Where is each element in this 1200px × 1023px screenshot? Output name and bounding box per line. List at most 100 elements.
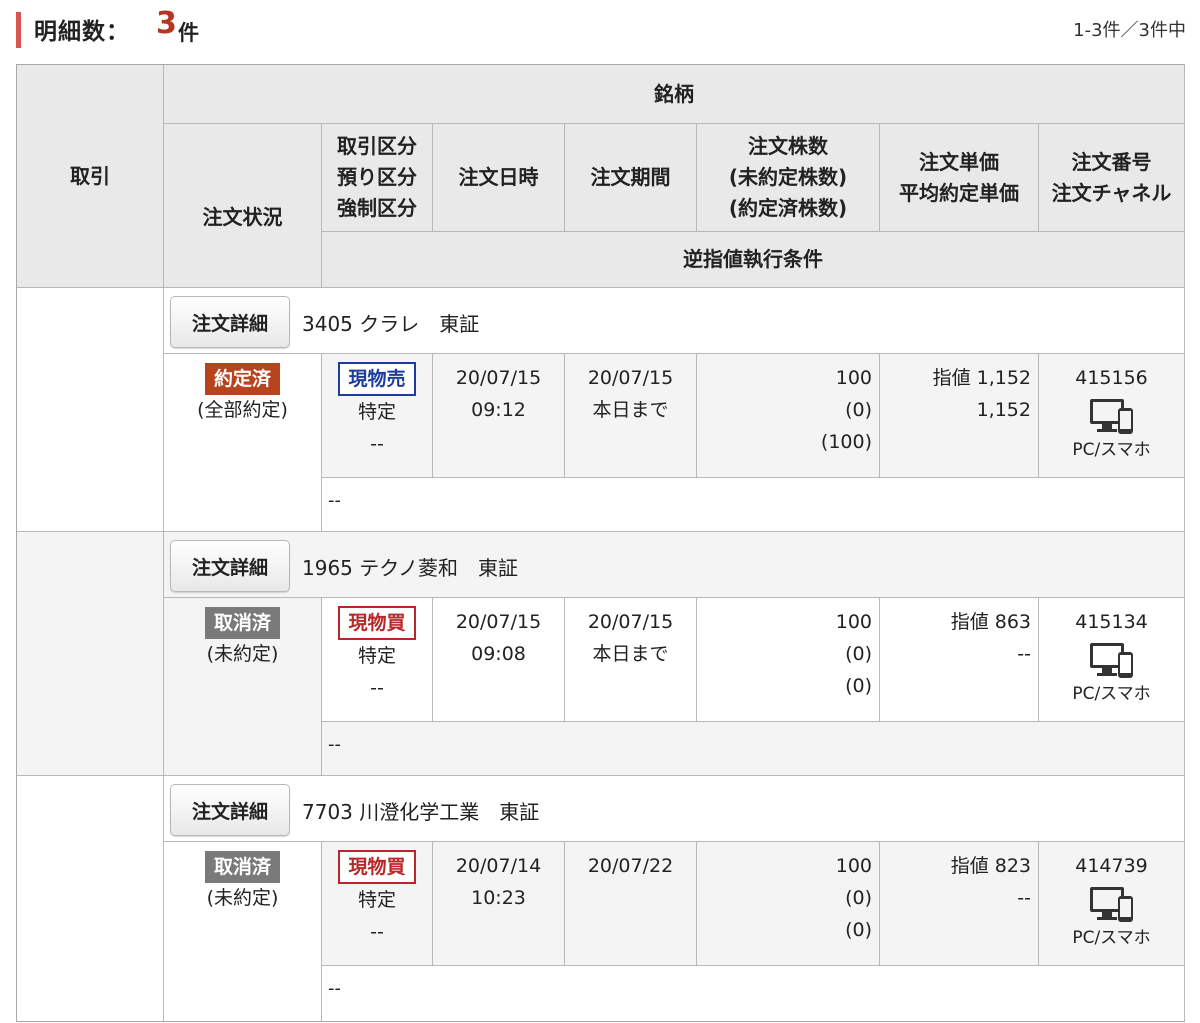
account-type: 特定 [357,401,396,423]
period-date: 20/07/15 [587,611,674,633]
col-header-order-period: 注文期間 [565,124,697,232]
order-detail-button[interactable]: 注文詳細 [170,296,290,348]
col-header-kubun-3: 強制区分 [337,196,417,220]
stop-condition-cell: -- [322,966,1185,1021]
kubun-cell: 現物売 特定 -- [322,354,433,478]
avg-price: -- [1017,643,1031,665]
col-header-kubun-1: 取引区分 [337,134,417,158]
shares-cell: 100 (0) (100) [697,354,880,478]
order-qty: 100 [835,855,872,877]
order-number-cell: 414739 PC/スマホ [1039,842,1185,966]
stop-condition-value: -- [328,490,341,511]
col-header-price: 注文単価 平均約定単価 [880,124,1039,232]
trade-type-badge: 現物売 [338,362,416,396]
order-price: 指値 823 [950,855,1031,877]
period-note: 本日まで [592,643,669,665]
order-time: 10:23 [471,887,526,909]
stop-condition-cell: -- [322,478,1185,532]
period-date: 20/07/22 [587,855,674,877]
col-header-shares-2: (未約定株数) [728,165,848,189]
kubun-cell: 現物買 特定 -- [322,598,433,722]
order-period-cell: 20/07/15 本日まで [565,354,697,478]
account-type: 特定 [357,645,396,667]
status-badge: 取消済 [204,607,280,639]
order-number: 415156 [1075,367,1148,389]
order-status-cell: 約定済 (全部約定) [164,354,322,532]
col-header-meigara-label: 銘柄 [654,81,694,106]
order-date: 20/07/15 [455,367,542,389]
pc-smartphone-icon [1089,887,1133,922]
header-accent-bar [16,12,21,48]
col-header-price-1: 注文単価 [919,149,999,174]
status-sub: (未約定) [206,887,279,909]
order-status-cell: 取消済 (未約定) [164,842,322,1021]
order-row-torihiki-cell [17,532,164,776]
col-header-status-label: 注文状況 [202,205,283,229]
stop-condition-value: -- [328,734,341,755]
order-channel: PC/スマホ [1072,440,1151,460]
order-price: 指値 863 [950,611,1031,633]
shares-cell: 100 (0) (0) [697,842,880,966]
col-header-price-2: 平均約定単価 [899,180,1019,205]
order-time: 09:12 [471,399,526,421]
status-badge: 取消済 [204,851,280,883]
forced-type: -- [370,433,384,455]
col-header-torihiki-label: 取引 [70,163,110,188]
detail-count-label: 明細数： [34,19,130,45]
shares-cell: 100 (0) (0) [697,598,880,722]
price-cell: 指値 823 -- [880,842,1039,966]
col-header-number-2: 注文チャネル [1051,180,1172,205]
col-header-shares-1: 注文株数 [748,134,828,158]
order-row-header: 注文詳細 1965 テクノ菱和 東証 [164,532,1185,598]
order-channel: PC/スマホ [1072,928,1151,948]
unfilled-qty: (0) [845,887,872,909]
stop-condition-cell: -- [322,722,1185,776]
avg-price: -- [1017,887,1031,909]
order-channel: PC/スマホ [1072,684,1151,704]
stock-name: 7703 川澄化学工業 東証 [302,800,540,824]
order-datetime-cell: 20/07/15 09:08 [433,598,565,722]
order-number: 415134 [1075,611,1148,633]
trade-type-badge: 現物買 [338,850,416,884]
order-datetime-cell: 20/07/15 09:12 [433,354,565,478]
status-sub: (未約定) [206,643,279,665]
order-number: 414739 [1075,855,1148,877]
detail-count-unit: 件 [178,21,199,45]
order-detail-button[interactable]: 注文詳細 [170,540,290,592]
order-row-header: 注文詳細 7703 川澄化学工業 東証 [164,776,1185,842]
order-row-torihiki-cell [17,776,164,1021]
col-header-order-datetime-label: 注文日時 [458,165,539,189]
pc-smartphone-icon [1089,643,1133,678]
forced-type: -- [370,921,384,943]
filled-qty: (0) [845,675,872,697]
col-header-order-period-label: 注文期間 [590,165,671,189]
col-header-number: 注文番号 注文チャネル [1039,124,1185,232]
order-qty: 100 [835,611,872,633]
stock-name: 1965 テクノ菱和 東証 [302,556,519,580]
status-sub: (全部約定) [197,399,288,421]
order-date: 20/07/14 [455,855,542,877]
stock-name: 3405 クラレ 東証 [302,312,480,336]
order-date: 20/07/15 [455,611,542,633]
order-detail-button[interactable]: 注文詳細 [170,784,290,836]
col-header-stop-condition-label: 逆指値執行条件 [683,247,823,271]
col-header-kubun-2: 預り区分 [337,165,417,189]
order-time: 09:08 [471,643,526,665]
col-header-torihiki: 取引 [17,65,164,288]
filled-qty: (100) [820,431,872,453]
order-datetime-cell: 20/07/14 10:23 [433,842,565,966]
col-header-kubun: 取引区分 預り区分 強制区分 [322,124,433,232]
account-type: 特定 [357,889,396,911]
price-cell: 指値 1,152 1,152 [880,354,1039,478]
period-date: 20/07/15 [587,367,674,389]
col-header-number-1: 注文番号 [1071,149,1152,174]
trade-type-badge: 現物買 [338,606,416,640]
col-header-order-datetime: 注文日時 [433,124,565,232]
detail-count-value: 3 [156,6,177,41]
order-status-cell: 取消済 (未約定) [164,598,322,776]
kubun-cell: 現物買 特定 -- [322,842,433,966]
order-price: 指値 1,152 [932,367,1031,389]
order-table: 取引 銘柄 注文状況 取引区分 預り区分 強制区分 注文日時 注文期間 注文株数… [16,64,1185,1022]
unfilled-qty: (0) [845,399,872,421]
order-period-cell: 20/07/15 本日まで [565,598,697,722]
